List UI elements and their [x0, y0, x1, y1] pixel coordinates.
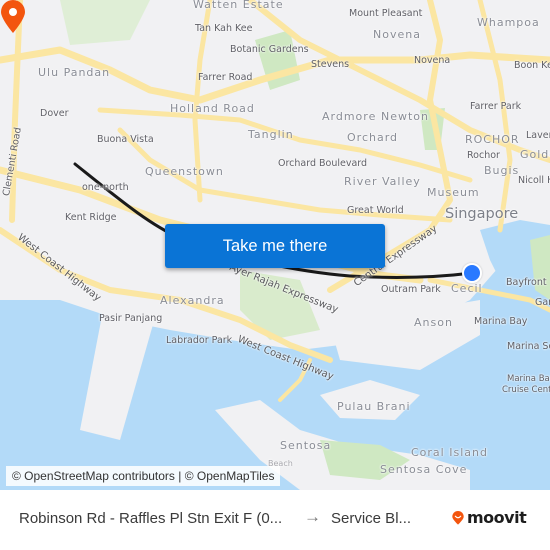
destination-pin-icon[interactable] [0, 0, 26, 34]
moovit-wordmark: moovit [467, 508, 527, 527]
label-museum: Museum [427, 186, 480, 199]
label-orchard-boulevard: Orchard Boulevard [278, 158, 368, 169]
label-pulau-brani: Pulau Brani [337, 400, 411, 413]
label-ulu-pandan: Ulu Pandan [38, 66, 111, 79]
label-tan-kah-kee: Tan Kah Kee [195, 23, 253, 34]
label-watten-estate: Watten Estate [193, 0, 284, 11]
label-bugis: Bugis [484, 164, 520, 177]
label-boon-keng: Boon Keng [514, 60, 550, 71]
origin-location-icon[interactable] [462, 263, 482, 283]
label-coral-island: Coral Island [411, 446, 488, 459]
label-bayfront: Bayfront [506, 277, 547, 288]
take-me-there-button[interactable]: Take me there [165, 224, 385, 268]
label-golden-mile: Golden [520, 148, 550, 161]
label-nicoll-highway: Nicoll H [518, 175, 550, 186]
label-ardmore: Ardmore [322, 110, 377, 123]
label-rochor: Rochor [467, 150, 500, 161]
label-marina-bay-cruise-1: Marina Bay [507, 374, 550, 384]
label-whampoa: Whampoa [477, 16, 540, 29]
label-novena: Novena [414, 55, 451, 66]
label-botanic-gardens: Botanic Gardens [230, 44, 309, 55]
park-bukit [60, 0, 150, 45]
route-footer: Robinson Rd - Raffles Pl Stn Exit F (0..… [0, 490, 550, 550]
label-novena-area: Novena [373, 28, 421, 41]
map-view[interactable]: Watten Estate Tan Kah Kee Mount Pleasant… [0, 0, 550, 490]
label-dover: Dover [40, 108, 69, 119]
moovit-pin-icon [452, 510, 464, 525]
label-anson: Anson [414, 316, 453, 329]
road-east [477, 0, 513, 233]
label-cecil: Cecil [451, 282, 483, 295]
label-labrador-park: Labrador Park [166, 335, 233, 346]
label-queenstown: Queenstown [145, 165, 224, 178]
label-farrer-road: Farrer Road [198, 72, 253, 83]
label-marina-bay: Marina Bay [474, 316, 528, 327]
label-buona-vista: Buona Vista [97, 134, 154, 145]
label-sentosa-cove: Sentosa Cove [380, 463, 468, 476]
label-stevens: Stevens [311, 59, 350, 70]
moovit-logo[interactable]: moovit [451, 508, 527, 527]
label-outram-park: Outram Park [381, 284, 441, 295]
label-kent-ridge: Kent Ridge [65, 212, 117, 223]
label-great-world: Great World [347, 205, 404, 216]
label-newton: Newton [381, 110, 430, 123]
label-marina-bay-cruise-2: Cruise Centre [502, 385, 550, 395]
label-pasir-panjang: Pasir Panjang [99, 313, 163, 324]
label-one-north: one-north [82, 182, 129, 193]
label-river-valley: River Valley [344, 175, 421, 188]
label-farrer-park: Farrer Park [470, 101, 522, 112]
label-alexandra: Alexandra [160, 294, 225, 307]
label-holland-road: Holland Road [170, 102, 255, 115]
origin-stop-name: Robinson Rd - Raffles Pl Stn Exit F (0..… [19, 510, 283, 527]
label-marina-south: Marina Sou [507, 341, 550, 352]
label-rochor-area: ROCHOR [465, 133, 520, 146]
label-mount-pleasant: Mount Pleasant [349, 8, 423, 19]
map-attribution[interactable]: © OpenStreetMap contributors | © OpenMap… [6, 466, 281, 486]
label-lavender: Lavender [526, 130, 550, 141]
label-orchard: Orchard [347, 131, 399, 144]
label-gardens: Gard [535, 297, 550, 308]
label-tanglin: Tanglin [248, 128, 294, 141]
destination-stop-name: Service Bl... [331, 510, 412, 527]
label-sentosa: Sentosa [280, 439, 332, 452]
label-singapore: Singapore [445, 206, 519, 222]
arrow-right-icon: → [304, 507, 321, 526]
